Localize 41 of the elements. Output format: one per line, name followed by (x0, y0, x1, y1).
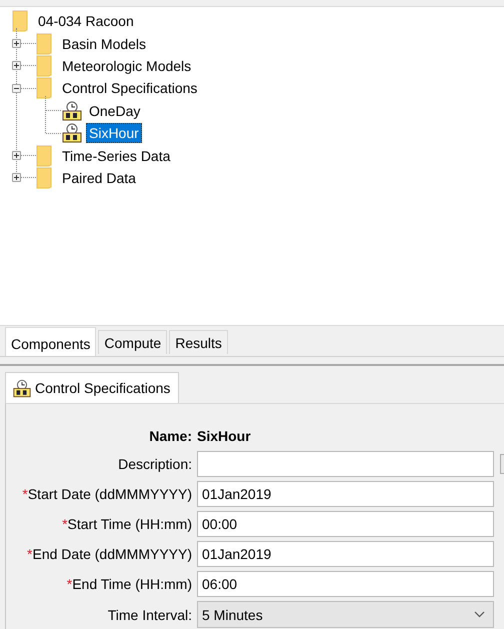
expand-icon[interactable] (12, 61, 21, 70)
field-label: Name: (149, 427, 192, 446)
folder-icon (36, 166, 53, 189)
collapse-icon[interactable] (12, 84, 21, 93)
folder-icon (36, 77, 53, 100)
folder-icon (36, 144, 53, 167)
input-field[interactable] (197, 451, 494, 477)
tab[interactable]: Components (5, 327, 96, 356)
field-label: *End Time (HH:mm) (66, 576, 192, 592)
tree-item[interactable]: Meteorologic Models (59, 56, 194, 76)
folder-icon (36, 54, 53, 77)
tree-item[interactable]: SixHour (86, 123, 142, 144)
tab[interactable]: Results (169, 330, 228, 354)
tree-item[interactable]: 04-034 Racoon (35, 11, 137, 32)
field-label: *End Date (ddMMMYYYY) (27, 546, 192, 562)
panel-tab[interactable]: Control Specifications (5, 372, 180, 403)
field-label: *Start Date (ddMMMYYYY) (22, 486, 192, 502)
tree-item[interactable]: Paired Data (59, 168, 139, 188)
folder-icon (12, 10, 29, 32)
expand-icon[interactable] (12, 173, 21, 182)
field-label: Description: (118, 456, 192, 472)
input-field[interactable]: 01Jan2019 (197, 481, 494, 507)
tree-item[interactable]: Control Specifications (59, 78, 200, 98)
input-field[interactable]: 00:00 (197, 511, 494, 537)
calendar-clock-icon (61, 123, 83, 144)
calendar-clock-icon (12, 378, 32, 398)
tree-item[interactable]: OneDay (86, 100, 144, 121)
expand-icon[interactable] (12, 151, 21, 160)
dropdown[interactable]: 5 Minutes (197, 601, 494, 628)
field-label: Time Interval: (108, 606, 192, 622)
input-field[interactable]: 01Jan2019 (197, 541, 494, 567)
chevron-down-icon (474, 611, 485, 618)
input-field[interactable]: 06:00 (197, 571, 494, 597)
calendar-clock-icon (61, 100, 83, 121)
tab[interactable]: Compute (98, 330, 168, 354)
tree-item[interactable]: Time-Series Data (59, 146, 174, 166)
field-label: *Start Time (HH:mm) (62, 516, 192, 532)
folder-icon (36, 32, 53, 55)
tree-item[interactable]: Basin Models (59, 34, 150, 54)
name-value: SixHour (197, 427, 252, 446)
expand-icon[interactable] (12, 39, 21, 48)
